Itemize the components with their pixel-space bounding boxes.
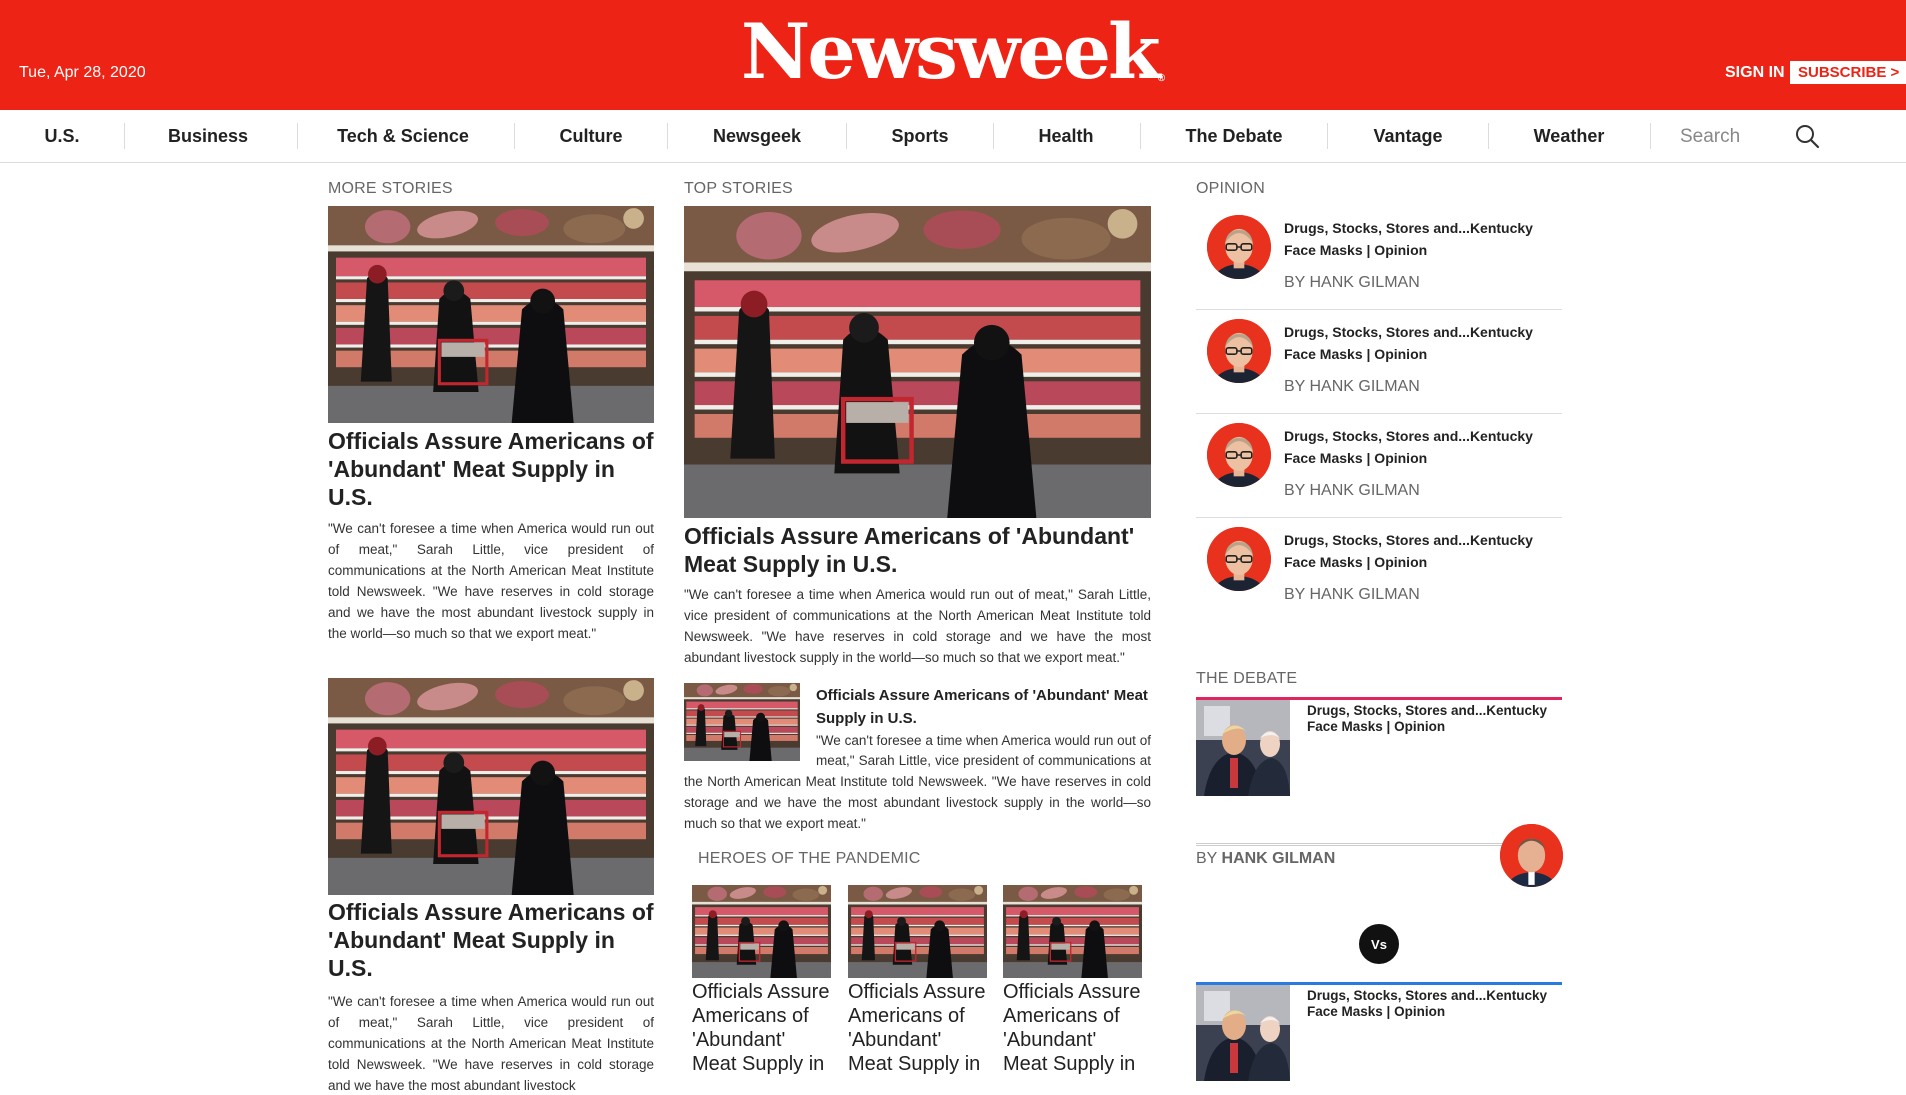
top-stories-label: TOP STORIES	[684, 180, 793, 197]
avatar	[1207, 423, 1271, 487]
logo-text: Newsweek	[740, 7, 1161, 96]
opinion-byline: BY HANK GILMAN	[1284, 274, 1420, 291]
nav-item-newsgeek[interactable]: Newsgeek	[690, 110, 824, 163]
debate-author-byline: BY HANK GILMAN	[1196, 850, 1335, 868]
newsweek-logo[interactable]: Newsweek®	[0, 14, 1906, 90]
nav-divider	[297, 123, 298, 149]
by-prefix: BY	[1196, 850, 1218, 867]
nav-divider	[124, 123, 125, 149]
author-photo	[1207, 319, 1271, 383]
more-story-1-headline[interactable]: Officials Assure Americans of 'Abundant'…	[328, 427, 658, 511]
nav-divider	[1488, 123, 1489, 149]
hero-1-photo[interactable]	[692, 885, 831, 978]
author-photo	[1207, 423, 1271, 487]
more-stories-label: MORE STORIES	[328, 180, 453, 197]
the-debate-label: THE DEBATE	[1196, 670, 1298, 687]
hero-3-photo[interactable]	[1003, 885, 1142, 978]
photo-thumbnail	[1003, 885, 1142, 978]
opinion-title[interactable]: Drugs, Stocks, Stores and...Kentucky Fac…	[1284, 426, 1562, 469]
nav-item-the-debate[interactable]: The Debate	[1160, 110, 1308, 163]
more-story-1-photo[interactable]	[328, 206, 654, 423]
nav-divider	[514, 123, 515, 149]
vs-badge: Vs	[1359, 924, 1399, 964]
author-photo	[1500, 824, 1563, 887]
main-nav: U.S. Business Tech & Science Culture New…	[0, 110, 1906, 163]
photo-thumbnail	[328, 206, 654, 423]
hero-2-headline[interactable]: Officials Assure Americans of 'Abundant'…	[848, 980, 987, 1076]
author-photo	[1207, 527, 1271, 591]
opinion-item[interactable]: Drugs, Stocks, Stores and...Kentucky Fac…	[1196, 310, 1562, 414]
opinion-byline: BY HANK GILMAN	[1284, 482, 1420, 499]
subscribe-button[interactable]: SUBSCRIBE >	[1790, 61, 1906, 84]
nav-item-us[interactable]: U.S.	[18, 110, 106, 163]
photo-thumbnail	[1196, 700, 1290, 796]
avatar	[1500, 824, 1563, 887]
debate-bottom-photo[interactable]	[1196, 985, 1290, 1081]
hero-1-headline[interactable]: Officials Assure Americans of 'Abundant'…	[692, 980, 831, 1076]
nav-divider	[1140, 123, 1141, 149]
opinion-title[interactable]: Drugs, Stocks, Stores and...Kentucky Fac…	[1284, 530, 1562, 573]
avatar	[1207, 319, 1271, 383]
nav-item-tech-science[interactable]: Tech & Science	[318, 110, 488, 163]
photo-float-spacer	[684, 684, 816, 762]
photo-thumbnail	[692, 885, 831, 978]
nav-divider	[1327, 123, 1328, 149]
avatar	[1207, 527, 1271, 591]
author-photo	[1207, 215, 1271, 279]
debate-author-divider	[1196, 843, 1506, 846]
search-input[interactable]	[1680, 122, 1810, 152]
photo-thumbnail	[684, 206, 1151, 518]
opinion-item[interactable]: Drugs, Stocks, Stores and...Kentucky Fac…	[1196, 518, 1562, 622]
nav-divider	[667, 123, 668, 149]
debate-top-photo[interactable]	[1196, 700, 1290, 796]
opinion-item[interactable]: Drugs, Stocks, Stores and...Kentucky Fac…	[1196, 206, 1562, 310]
nav-item-culture[interactable]: Culture	[535, 110, 647, 163]
nav-item-health[interactable]: Health	[1014, 110, 1118, 163]
nav-item-weather[interactable]: Weather	[1510, 110, 1628, 163]
nav-item-vantage[interactable]: Vantage	[1350, 110, 1466, 163]
heroes-label: HEROES OF THE PANDEMIC	[698, 850, 921, 867]
photo-thumbnail	[848, 885, 987, 978]
nav-divider	[993, 123, 994, 149]
nav-divider	[846, 123, 847, 149]
more-story-1-summary: "We can't foresee a time when America wo…	[328, 521, 654, 641]
top-story-lead-photo[interactable]	[684, 206, 1151, 518]
nav-divider	[1650, 123, 1651, 149]
photo-thumbnail	[1196, 985, 1290, 1081]
opinion-item[interactable]: Drugs, Stocks, Stores and...Kentucky Fac…	[1196, 414, 1562, 518]
opinion-label: OPINION	[1196, 180, 1265, 197]
registered-mark: ®	[1157, 73, 1166, 84]
nav-item-sports[interactable]: Sports	[868, 110, 972, 163]
sign-in-link[interactable]: SIGN IN	[1725, 64, 1785, 82]
hero-3-headline[interactable]: Officials Assure Americans of 'Abundant'…	[1003, 980, 1142, 1076]
top-story-secondary: Officials Assure Americans of 'Abundant'…	[684, 684, 1151, 835]
more-story-2-summary: "We can't foresee a time when America wo…	[328, 994, 654, 1093]
top-story-lead-summary: "We can't foresee a time when America wo…	[684, 587, 1151, 665]
opinion-title[interactable]: Drugs, Stocks, Stores and...Kentucky Fac…	[1284, 322, 1562, 365]
nav-item-business[interactable]: Business	[146, 110, 270, 163]
search-icon[interactable]	[1794, 123, 1820, 149]
debate-author-name[interactable]: HANK GILMAN	[1222, 850, 1336, 867]
top-story-lead-headline[interactable]: Officials Assure Americans of 'Abundant'…	[684, 522, 1154, 578]
more-story-2-photo[interactable]	[328, 678, 654, 895]
hero-2-photo[interactable]	[848, 885, 987, 978]
opinion-byline: BY HANK GILMAN	[1284, 378, 1420, 395]
more-story-2-headline[interactable]: Officials Assure Americans of 'Abundant'…	[328, 898, 658, 982]
avatar	[1207, 215, 1271, 279]
debate-top-title[interactable]: Drugs, Stocks, Stores and...Kentucky Fac…	[1307, 703, 1557, 735]
site-header: Tue, Apr 28, 2020 Newsweek® SIGN IN SUBS…	[0, 0, 1906, 110]
debate-bottom-title[interactable]: Drugs, Stocks, Stores and...Kentucky Fac…	[1307, 988, 1557, 1020]
opinion-byline: BY HANK GILMAN	[1284, 586, 1420, 603]
photo-thumbnail	[328, 678, 654, 895]
opinion-title[interactable]: Drugs, Stocks, Stores and...Kentucky Fac…	[1284, 218, 1562, 261]
